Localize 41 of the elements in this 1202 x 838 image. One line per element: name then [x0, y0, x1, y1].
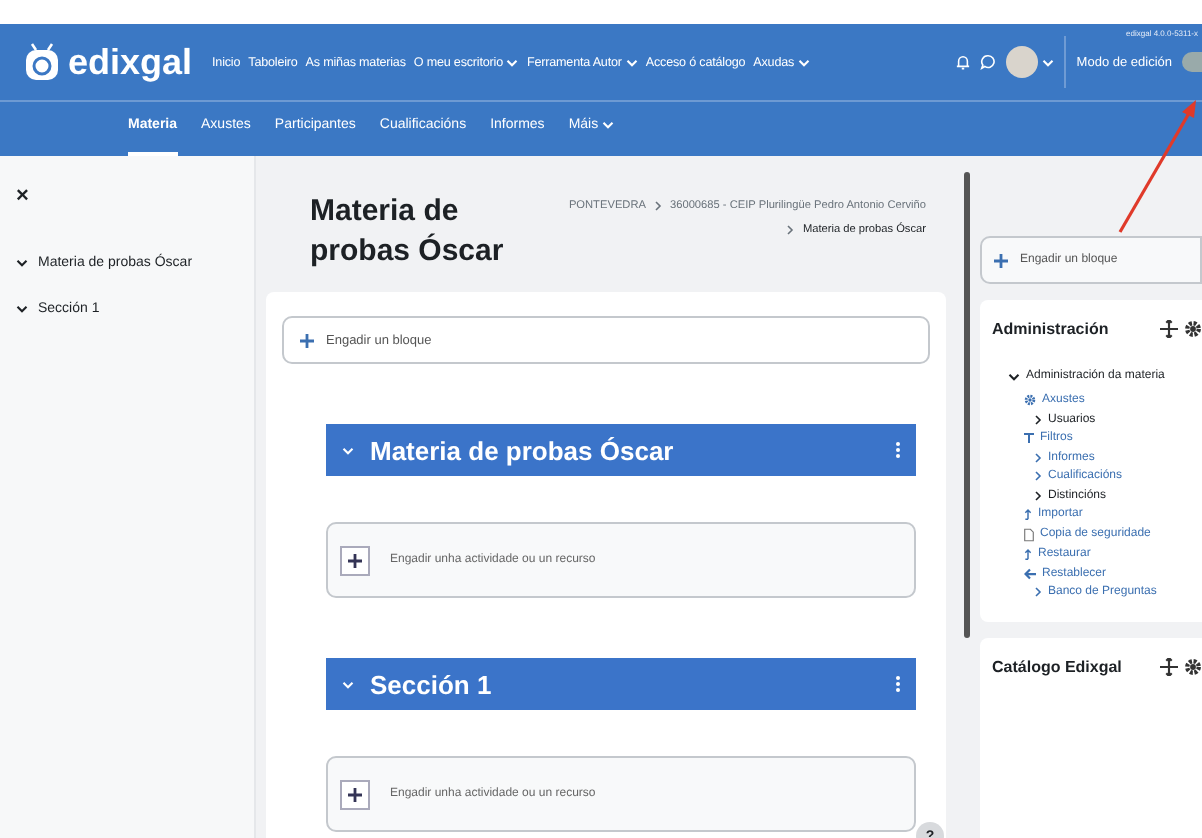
- arrow-up-icon: [1024, 508, 1032, 520]
- chevron-down-icon: [16, 258, 28, 268]
- chevron-right-icon: [1034, 586, 1042, 598]
- close-button[interactable]: ×: [16, 188, 29, 204]
- plus-icon: [300, 333, 314, 347]
- chevron-right-icon: [786, 224, 795, 236]
- chevron-right-icon: [1034, 413, 1042, 425]
- chevron-down-icon: [1042, 57, 1055, 67]
- chevron-down-icon: [602, 120, 615, 130]
- move-icon: [1160, 320, 1178, 338]
- filter-icon: [1024, 432, 1034, 444]
- edit-mode-toggle[interactable]: [1182, 52, 1202, 72]
- gear-icon: [1024, 394, 1036, 406]
- gear-icon: [1184, 658, 1202, 676]
- arrow-left-icon: [1024, 567, 1036, 579]
- chevron-down-icon: [16, 304, 28, 314]
- plus-icon: [348, 553, 362, 567]
- logo-icon: [24, 42, 64, 82]
- plus-icon: [994, 253, 1008, 267]
- chevron-right-icon: [653, 200, 662, 212]
- chevron-down-icon: [1008, 371, 1020, 381]
- block-title: Administración: [992, 320, 1109, 338]
- block-title: Catálogo Edixgal: [992, 658, 1122, 676]
- gear-icon: [1184, 320, 1202, 338]
- section-title: Materia de probas Óscar: [370, 435, 676, 465]
- chevron-down-icon: [342, 679, 354, 689]
- chevron-down-icon: [342, 445, 354, 455]
- move-icon: [1160, 658, 1178, 676]
- arrow-up-icon: [1024, 548, 1032, 560]
- plus-icon: [348, 787, 362, 801]
- chat-icon[interactable]: [980, 54, 997, 70]
- chevron-down-icon: [625, 57, 638, 67]
- file-icon: [1024, 527, 1034, 541]
- chevron-down-icon: [506, 57, 519, 67]
- chevron-down-icon: [798, 57, 811, 67]
- logo-text: edixgal: [68, 41, 193, 83]
- bell-icon[interactable]: [956, 54, 971, 70]
- section-title: Sección 1: [370, 669, 494, 699]
- page-title: Materia de probas Óscar: [310, 192, 506, 272]
- avatar[interactable]: [1006, 46, 1039, 78]
- annotation-arrow: [1118, 100, 1196, 233]
